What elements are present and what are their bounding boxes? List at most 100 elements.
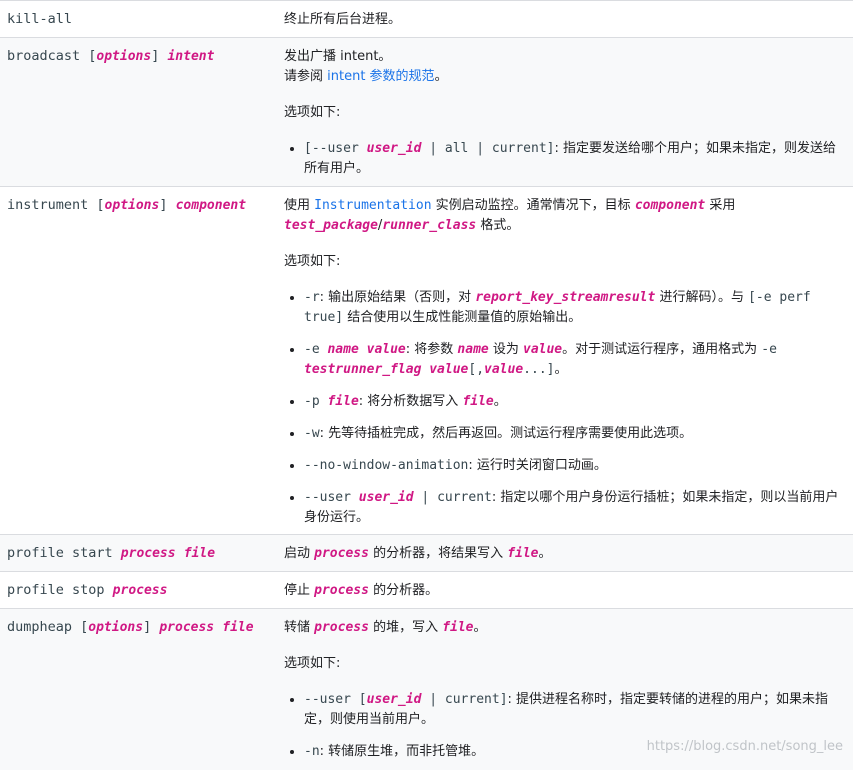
command-options-param: options xyxy=(96,49,152,64)
description-text: 发出广播 intent。 xyxy=(284,49,392,64)
description-text: 格式。 xyxy=(476,218,520,233)
option-code: | all | current] xyxy=(421,141,555,156)
command-name: broadcast [ xyxy=(7,48,97,64)
list-item: [--user user_id | all | current]: 指定要发送给… xyxy=(304,139,846,179)
command-cell: broadcast [options] intent xyxy=(7,48,277,64)
option-text: : 将参数 xyxy=(405,342,458,357)
option-var: value xyxy=(484,362,524,377)
description-var: file xyxy=(507,546,539,561)
option-var: name xyxy=(327,342,359,357)
description-cell: 使用 Instrumentation 实例启动监控。通常情况下，目标 compo… xyxy=(284,196,846,528)
table-row-profile-start: profile start process file 启动 process 的分… xyxy=(0,534,853,571)
command-name: profile start xyxy=(7,545,121,561)
option-text: 。 xyxy=(493,394,507,409)
description-var: runner_class xyxy=(382,218,477,233)
description-cell: 发出广播 intent。 请参阅 intent 参数的规范。 选项如下: [--… xyxy=(284,47,846,179)
description-cell: 启动 process 的分析器，将结果写入 file。 xyxy=(284,544,846,564)
list-item: -p file: 将分析数据写入 file。 xyxy=(304,392,846,412)
option-var: file xyxy=(327,394,359,409)
table-row-kill-all: kill-all 终止所有后台进程。 xyxy=(0,0,853,37)
description-var: process xyxy=(314,583,369,598)
watermark: https://blog.csdn.net/song_lee xyxy=(646,739,843,754)
option-code: --user xyxy=(304,490,359,505)
option-code xyxy=(359,342,367,357)
description-cell: 停止 process 的分析器。 xyxy=(284,581,846,601)
description-paragraph: 转储 process 的堆，写入 file。 xyxy=(284,618,846,638)
description-text: 实例启动监控。通常情况下，目标 xyxy=(431,198,635,213)
command-cell: profile start process file xyxy=(7,545,277,561)
option-text: : 运行时关闭窗口动画。 xyxy=(468,458,607,473)
description-text: 。 xyxy=(473,620,487,635)
table-row-instrument: instrument [options] component 使用 Instru… xyxy=(0,186,853,534)
option-code: | current] xyxy=(421,692,508,707)
command-table: kill-all 终止所有后台进程。 broadcast [options] i… xyxy=(0,0,853,770)
option-code: -p xyxy=(304,394,328,409)
list-item: -r: 输出原始结果（否则，对 report_key_streamresult … xyxy=(304,288,846,328)
command-name: instrument [ xyxy=(7,197,105,213)
command-file-param: file xyxy=(222,620,254,635)
option-text: 设为 xyxy=(488,342,523,357)
option-var: value xyxy=(366,342,406,357)
command-bracket: ] xyxy=(159,197,176,213)
description-var: file xyxy=(442,620,474,635)
option-text: 。 xyxy=(554,362,568,377)
option-var: user_id xyxy=(366,141,422,156)
option-text: 。对于测试运行程序，通用格式为 xyxy=(562,342,762,357)
description-text: 停止 xyxy=(284,583,315,598)
command-options-param: options xyxy=(88,620,144,635)
command-name: kill-all xyxy=(7,11,73,27)
list-item: --no-window-animation: 运行时关闭窗口动画。 xyxy=(304,456,846,476)
option-code: -n xyxy=(304,744,320,759)
option-var: report_key_streamresult xyxy=(475,290,656,305)
command-space xyxy=(176,545,184,561)
description-text: 启动 xyxy=(284,546,315,561)
option-code: [, xyxy=(468,362,485,377)
options-title: 选项如下: xyxy=(284,656,341,671)
description-text: 终止所有后台进程。 xyxy=(284,12,402,27)
command-intent-param: intent xyxy=(167,49,215,64)
option-code: -e xyxy=(761,342,777,357)
description-text: 转储 xyxy=(284,620,315,635)
list-item: -e name value: 将参数 name 设为 value。对于测试运行程… xyxy=(304,340,846,380)
description-paragraph: 发出广播 intent。 请参阅 intent 参数的规范。 xyxy=(284,47,846,87)
list-item: -w: 先等待插桩完成，然后再返回。测试运行程序需要使用此选项。 xyxy=(304,424,846,444)
option-code: -r xyxy=(304,290,320,305)
table-row-profile-stop: profile stop process 停止 process 的分析器。 xyxy=(0,571,853,608)
command-process-param: process xyxy=(112,583,168,598)
description-text: 。 xyxy=(434,69,448,84)
command-name: dumpheap [ xyxy=(7,619,89,635)
option-text: : 先等待插桩完成，然后再返回。测试运行程序需要使用此选项。 xyxy=(319,426,693,441)
list-item: --user user_id | current: 指定以哪个用户身份运行插桩；… xyxy=(304,488,846,528)
table-row-broadcast: broadcast [options] intent 发出广播 intent。 … xyxy=(0,37,853,186)
option-code: [--user xyxy=(304,141,367,156)
option-var: user_id xyxy=(366,692,422,707)
option-code: | current xyxy=(413,490,492,505)
description-var: test_package xyxy=(284,218,378,233)
command-cell: instrument [options] component xyxy=(7,197,277,213)
command-name: profile stop xyxy=(7,582,113,598)
option-var: testrunner_flag xyxy=(304,362,422,377)
description-text: 的分析器。 xyxy=(368,583,439,598)
command-cell: profile stop process xyxy=(7,582,277,598)
option-code: ...] xyxy=(523,362,555,377)
option-text: 结合使用以生成性能测量值的原始输出。 xyxy=(343,310,582,325)
option-text: 进行解码）。与 xyxy=(655,290,749,305)
options-list: [--user user_id | all | current]: 指定要发送给… xyxy=(284,139,846,179)
intent-spec-link[interactable]: intent 参数的规范 xyxy=(327,69,434,84)
description-text: 采用 xyxy=(705,198,736,213)
command-cell: dumpheap [options] process file xyxy=(7,619,277,635)
option-code: --user [ xyxy=(304,692,367,707)
description-cell: 终止所有后台进程。 xyxy=(284,10,846,30)
description-text: 请参阅 xyxy=(284,69,328,84)
command-cell: kill-all xyxy=(7,11,277,27)
instrumentation-link[interactable]: Instrumentation xyxy=(314,198,431,213)
command-component-param: component xyxy=(175,198,247,213)
description-paragraph: 使用 Instrumentation 实例启动监控。通常情况下，目标 compo… xyxy=(284,196,846,236)
description-var: process xyxy=(314,546,369,561)
option-code: -w xyxy=(304,426,320,441)
command-process-param: process xyxy=(159,620,215,635)
option-text: : 输出原始结果（否则，对 xyxy=(319,290,476,305)
option-var: name xyxy=(457,342,489,357)
option-text: : 将分析数据写入 xyxy=(358,394,463,409)
options-title: 选项如下: xyxy=(284,105,341,120)
